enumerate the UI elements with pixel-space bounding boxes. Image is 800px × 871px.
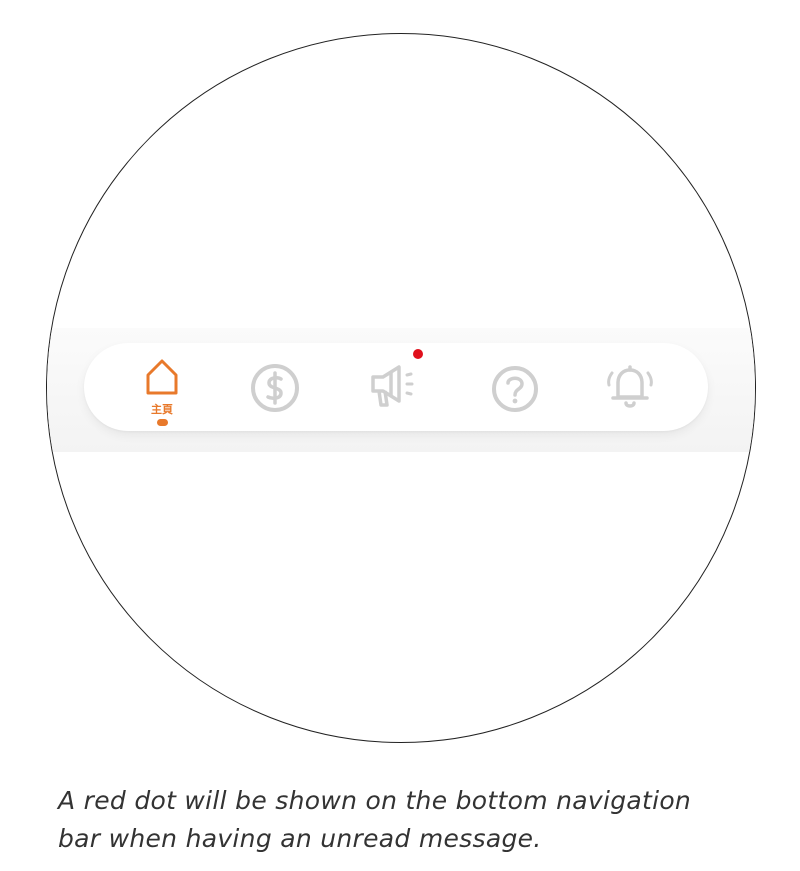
nav-item-dollar[interactable]	[235, 343, 315, 431]
illustration-circle: 主頁	[46, 33, 756, 743]
nav-item-home[interactable]: 主頁	[122, 343, 202, 431]
home-icon	[140, 355, 184, 399]
caption-line-2: bar when having an unread message.	[58, 824, 542, 853]
dollar-icon	[249, 362, 301, 412]
unread-badge-dot	[413, 349, 423, 359]
active-indicator	[156, 419, 168, 426]
megaphone-icon	[367, 363, 423, 407]
caption: A red dot will be shown on the bottom na…	[58, 782, 758, 858]
bottom-navigation-bar: 主頁	[84, 343, 708, 431]
caption-line-1: A red dot will be shown on the bottom na…	[58, 786, 692, 815]
nav-item-announcements[interactable]	[355, 343, 435, 431]
help-icon	[490, 364, 540, 412]
bell-icon	[602, 359, 658, 408]
nav-item-help[interactable]	[475, 343, 555, 431]
nav-label-home: 主頁	[151, 403, 173, 416]
nav-item-notifications[interactable]	[590, 343, 670, 431]
